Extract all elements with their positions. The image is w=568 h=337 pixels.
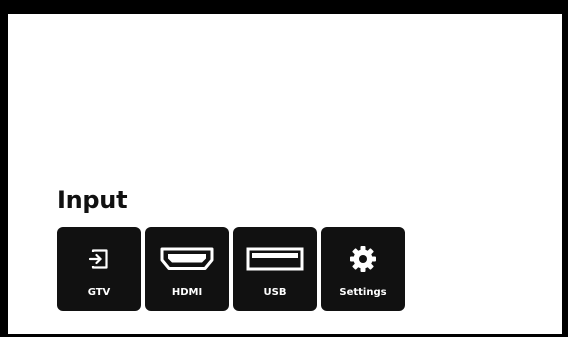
gear-icon <box>321 243 405 275</box>
input-tile-label: USB <box>263 287 287 298</box>
input-tile-usb[interactable]: USB <box>233 227 317 311</box>
input-tile-label: GTV <box>87 287 111 298</box>
usb-port-icon <box>233 243 317 275</box>
input-source-list: GTV HDMI USB Settings <box>57 227 405 311</box>
input-tile-settings[interactable]: Settings <box>321 227 405 311</box>
input-arrow-icon <box>57 243 141 275</box>
input-tile-label: Settings <box>339 287 387 298</box>
tv-screen: Input GTV HDMI USB Settings <box>0 0 568 337</box>
input-tile-hdmi[interactable]: HDMI <box>145 227 229 311</box>
input-tile-label: HDMI <box>171 287 203 298</box>
hdmi-port-icon <box>145 243 229 275</box>
input-tile-gtv[interactable]: GTV <box>57 227 141 311</box>
page-title: Input <box>57 186 128 214</box>
